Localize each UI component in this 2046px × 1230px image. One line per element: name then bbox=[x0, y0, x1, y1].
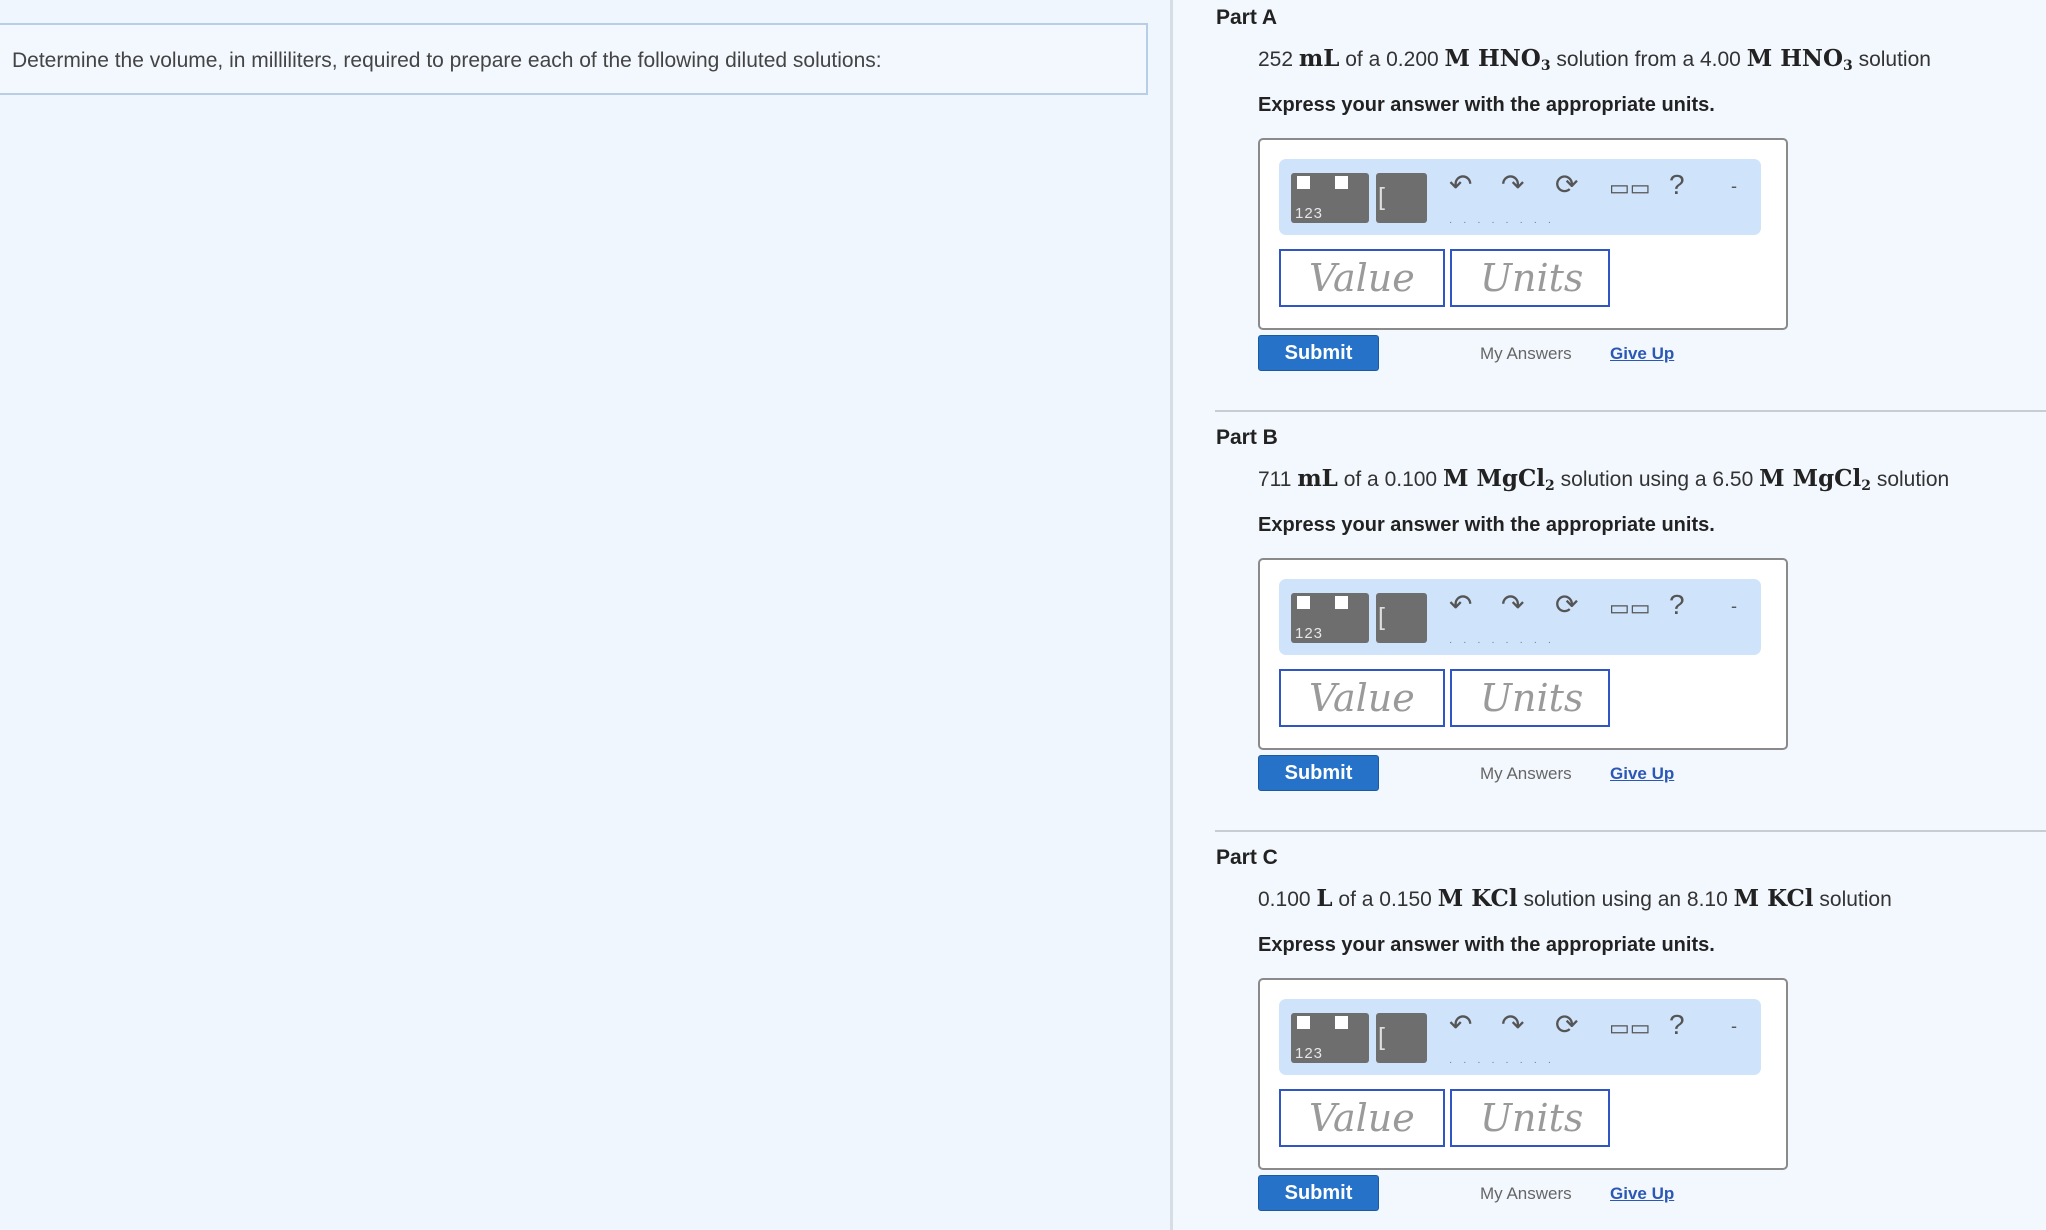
part-title: Part A bbox=[1216, 6, 1278, 29]
part-separator bbox=[1215, 830, 2046, 832]
math-toolbar: 123 [ ↶ ↷ ⟳ ▭▭ ? - · · · · · · · · bbox=[1279, 159, 1761, 235]
value-template-icon[interactable]: [ bbox=[1376, 593, 1427, 643]
question-text: 252 mL of a 0.200 M HNO3 solution from a… bbox=[1258, 45, 1931, 74]
part-title: Part C bbox=[1216, 846, 1278, 869]
give-up-link[interactable]: Give Up bbox=[1610, 344, 1674, 364]
value-template-icon[interactable]: [ bbox=[1376, 1013, 1427, 1063]
units-template-icon[interactable]: 123 bbox=[1291, 593, 1369, 643]
help-icon[interactable]: ? bbox=[1669, 171, 1685, 199]
my-answers-link[interactable]: My Answers bbox=[1480, 764, 1572, 784]
my-answers-link[interactable]: My Answers bbox=[1480, 1184, 1572, 1204]
redo-icon[interactable]: ↷ bbox=[1501, 171, 1524, 199]
keyboard-icon[interactable]: ▭▭ bbox=[1609, 597, 1651, 619]
reset-icon[interactable]: ⟳ bbox=[1555, 591, 1578, 619]
value-template-icon[interactable]: [ bbox=[1376, 173, 1427, 223]
question-text: 711 mL of a 0.100 M MgCl2 solution using… bbox=[1258, 465, 1950, 494]
units-template-icon[interactable]: 123 bbox=[1291, 1013, 1369, 1063]
more-icon[interactable]: - bbox=[1731, 177, 1737, 195]
units-input[interactable]: Units bbox=[1450, 1089, 1610, 1147]
answer-box: 123 [ ↶ ↷ ⟳ ▭▭ ? - · · · · · · · · Value… bbox=[1258, 978, 1788, 1170]
math-toolbar: 123 [ ↶ ↷ ⟳ ▭▭ ? - · · · · · · · · bbox=[1279, 999, 1761, 1075]
value-input[interactable]: Value bbox=[1279, 1089, 1445, 1147]
redo-icon[interactable]: ↷ bbox=[1501, 591, 1524, 619]
value-input[interactable]: Value bbox=[1279, 249, 1445, 307]
give-up-link[interactable]: Give Up bbox=[1610, 764, 1674, 784]
submit-button[interactable]: Submit bbox=[1258, 335, 1379, 371]
undo-icon[interactable]: ↶ bbox=[1449, 591, 1472, 619]
answer-box: 123 [ ↶ ↷ ⟳ ▭▭ ? - · · · · · · · · Value… bbox=[1258, 558, 1788, 750]
problem-intro-pane: Determine the volume, in milliliters, re… bbox=[0, 0, 1170, 1230]
keyboard-icon[interactable]: ▭▭ bbox=[1609, 1017, 1651, 1039]
units-input[interactable]: Units bbox=[1450, 669, 1610, 727]
reset-icon[interactable]: ⟳ bbox=[1555, 171, 1578, 199]
value-input[interactable]: Value bbox=[1279, 669, 1445, 727]
part-title: Part B bbox=[1216, 426, 1278, 449]
reset-icon[interactable]: ⟳ bbox=[1555, 1011, 1578, 1039]
undo-icon[interactable]: ↶ bbox=[1449, 171, 1472, 199]
math-toolbar: 123 [ ↶ ↷ ⟳ ▭▭ ? - · · · · · · · · bbox=[1279, 579, 1761, 655]
intro-text: Determine the volume, in milliliters, re… bbox=[12, 49, 882, 72]
more-icon[interactable]: - bbox=[1731, 597, 1737, 615]
my-answers-link[interactable]: My Answers bbox=[1480, 344, 1572, 364]
part-separator bbox=[1215, 410, 2046, 412]
help-icon[interactable]: ? bbox=[1669, 591, 1685, 619]
help-icon[interactable]: ? bbox=[1669, 1011, 1685, 1039]
undo-icon[interactable]: ↶ bbox=[1449, 1011, 1472, 1039]
answer-instruction: Express your answer with the appropriate… bbox=[1258, 514, 1715, 536]
answer-instruction: Express your answer with the appropriate… bbox=[1258, 934, 1715, 956]
give-up-link[interactable]: Give Up bbox=[1610, 1184, 1674, 1204]
answer-box: 123 [ ↶ ↷ ⟳ ▭▭ ? - · · · · · · · · Value… bbox=[1258, 138, 1788, 330]
question-text: 0.100 L of a 0.150 M KCl solution using … bbox=[1258, 885, 1892, 912]
redo-icon[interactable]: ↷ bbox=[1501, 1011, 1524, 1039]
submit-button[interactable]: Submit bbox=[1258, 755, 1379, 791]
submit-button[interactable]: Submit bbox=[1258, 1175, 1379, 1211]
more-icon[interactable]: - bbox=[1731, 1017, 1737, 1035]
units-template-icon[interactable]: 123 bbox=[1291, 173, 1369, 223]
units-input[interactable]: Units bbox=[1450, 249, 1610, 307]
keyboard-icon[interactable]: ▭▭ bbox=[1609, 177, 1651, 199]
intro-box: Determine the volume, in milliliters, re… bbox=[0, 23, 1148, 95]
answer-instruction: Express your answer with the appropriate… bbox=[1258, 94, 1715, 116]
parts-pane: Part A 252 mL of a 0.200 M HNO3 solution… bbox=[1173, 0, 2046, 1230]
